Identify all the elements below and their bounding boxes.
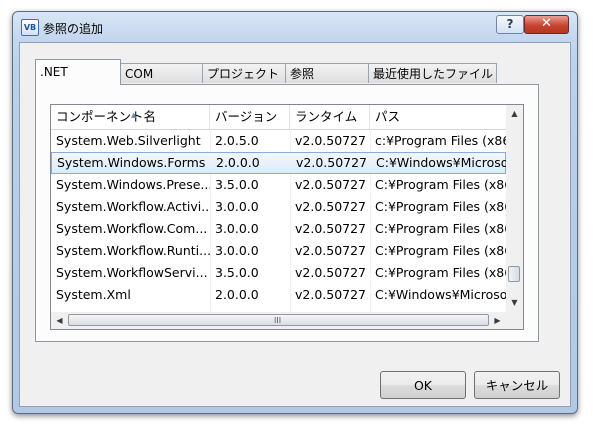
version-cell: 2.0.0.0 xyxy=(216,155,260,170)
vb-app-icon: VB xyxy=(21,19,39,36)
version-cell: 3.5.0.0 xyxy=(215,265,259,280)
cancel-button[interactable]: キャンセル xyxy=(474,371,560,399)
tab-dotnet[interactable]: .NET xyxy=(35,59,121,85)
vertical-scroll-thumb[interactable] xyxy=(508,266,520,282)
help-button[interactable]: ? xyxy=(496,15,524,34)
version-cell: 2.0.5.0 xyxy=(215,133,259,148)
runtime-cell: v2.0.50727 xyxy=(295,199,367,214)
scroll-right-arrow-icon[interactable]: ▶ xyxy=(489,312,506,329)
path-cell: C:¥Windows¥Microsoft... xyxy=(376,155,507,170)
version-cell: 3.0.0.0 xyxy=(215,199,259,214)
runtime-cell: v2.0.50727 xyxy=(295,287,367,302)
title-bar[interactable]: VB 参照の追加 ? ✕ xyxy=(13,12,577,42)
table-row[interactable]: System.Workflow.Com... 3.0.0.0 v2.0.5072… xyxy=(51,218,506,240)
component-name-cell: System.Workflow.Runti... xyxy=(56,243,210,258)
component-name-cell: System.Windows.Prese... xyxy=(56,177,210,192)
table-row[interactable]: System.Workflow.Runti... 3.0.0.0 v2.0.50… xyxy=(51,240,506,262)
path-cell: C:¥Program Files (x86... xyxy=(375,199,506,214)
table-row[interactable]: System.Windows.Prese... 3.5.0.0 v2.0.507… xyxy=(51,174,506,196)
runtime-cell: v2.0.50727 xyxy=(295,133,367,148)
path-cell: C:¥Program Files (x86... xyxy=(375,243,506,258)
tab-browse[interactable]: 参照 xyxy=(285,63,369,83)
version-cell: 2.0.0.0 xyxy=(215,287,259,302)
scrollbar-corner xyxy=(506,312,523,329)
table-row[interactable]: System.Xml 2.0.0.0 v2.0.50727 C:¥Windows… xyxy=(51,284,506,306)
table-row[interactable]: System.Web.Silverlight 2.0.5.0 v2.0.5072… xyxy=(51,130,506,152)
scroll-down-arrow-icon[interactable]: ▼ xyxy=(506,294,523,311)
scroll-up-arrow-icon[interactable]: ▲ xyxy=(506,105,523,122)
version-cell: 3.0.0.0 xyxy=(215,221,259,236)
tab-com[interactable]: COM xyxy=(120,63,203,83)
path-cell: C:¥Program Files (x86... xyxy=(375,221,506,236)
table-row-selected[interactable]: System.Windows.Forms 2.0.0.0 v2.0.50727 … xyxy=(51,152,507,174)
version-cell: 3.0.0.0 xyxy=(215,243,259,258)
runtime-cell: v2.0.50727 xyxy=(295,177,367,192)
tab-recent[interactable]: 最近使用したファイル xyxy=(368,63,497,83)
horizontal-scrollbar[interactable]: ◀ III ▶ xyxy=(51,312,506,329)
component-name-cell: System.Xml xyxy=(56,287,131,302)
runtime-cell: v2.0.50727 xyxy=(296,155,368,170)
component-name-cell: System.WorkflowServi... xyxy=(56,265,208,280)
horizontal-scroll-thumb[interactable]: III xyxy=(68,314,489,326)
dialog-client-area: .NET COM プロジェクト 参照 最近使用したファイル コンポーネント名 ▲… xyxy=(19,42,571,407)
tab-panel: コンポーネント名 ▲ バージョン ランタイム パス System.Web.Sil… xyxy=(35,84,539,342)
scroll-left-arrow-icon[interactable]: ◀ xyxy=(51,312,68,329)
component-name-cell: System.Windows.Forms xyxy=(57,155,206,170)
runtime-cell: v2.0.50727 xyxy=(295,243,367,258)
close-button[interactable]: ✕ xyxy=(524,15,569,34)
runtime-cell: v2.0.50727 xyxy=(295,221,367,236)
column-header-label: コンポーネント名 xyxy=(56,109,157,124)
component-name-cell: System.Workflow.Com... xyxy=(56,221,208,236)
list-header: コンポーネント名 ▲ バージョン ランタイム パス xyxy=(51,105,506,130)
runtime-cell: v2.0.50727 xyxy=(295,265,367,280)
close-icon: ✕ xyxy=(541,16,552,31)
column-header-component-name[interactable]: コンポーネント名 ▲ xyxy=(51,105,210,129)
path-cell: C:¥Windows¥Microsoft... xyxy=(375,287,506,302)
component-list[interactable]: コンポーネント名 ▲ バージョン ランタイム パス System.Web.Sil… xyxy=(50,104,524,330)
add-reference-dialog: VB 参照の追加 ? ✕ .NET COM プロジェクト 参照 最近使用したファ… xyxy=(12,11,578,414)
path-cell: C:¥Program Files (x86... xyxy=(375,265,506,280)
tab-strip: .NET COM プロジェクト 参照 最近使用したファイル xyxy=(35,59,535,85)
column-header-version[interactable]: バージョン xyxy=(210,105,290,129)
vertical-scrollbar[interactable]: ▲ ▼ xyxy=(506,105,523,312)
version-cell: 3.5.0.0 xyxy=(215,177,259,192)
window-title: 参照の追加 xyxy=(43,22,104,36)
ok-button[interactable]: OK xyxy=(380,371,466,399)
tab-project[interactable]: プロジェクト xyxy=(202,63,286,83)
component-name-cell: System.Workflow.Activi... xyxy=(56,199,210,214)
scroll-grip-icon: III xyxy=(274,316,282,325)
path-cell: c:¥Program Files (x86)... xyxy=(375,133,506,148)
column-header-runtime[interactable]: ランタイム xyxy=(290,105,370,129)
path-cell: C:¥Program Files (x86... xyxy=(375,177,506,192)
table-row[interactable]: System.WorkflowServi... 3.5.0.0 v2.0.507… xyxy=(51,262,506,284)
column-header-path[interactable]: パス xyxy=(370,105,506,129)
sort-ascending-icon: ▲ xyxy=(131,111,137,119)
component-name-cell: System.Web.Silverlight xyxy=(56,133,201,148)
table-row[interactable]: System.Workflow.Activi... 3.0.0.0 v2.0.5… xyxy=(51,196,506,218)
